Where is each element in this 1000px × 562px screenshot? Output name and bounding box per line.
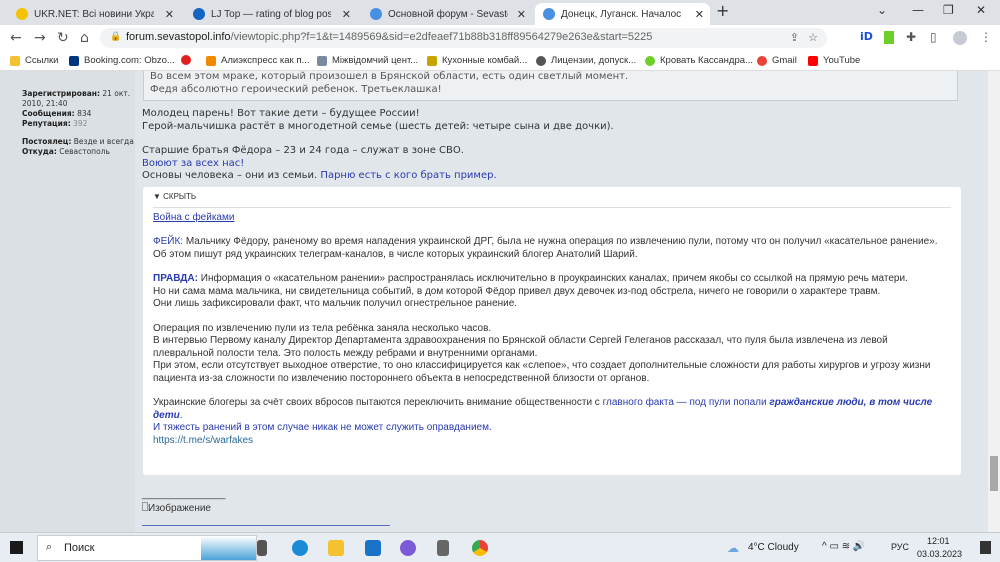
scrollbar[interactable] xyxy=(988,71,1000,532)
war-with-fakes-link[interactable]: Война с фейками xyxy=(153,212,234,223)
mail-icon[interactable] xyxy=(365,540,381,556)
bookmark-aliexpress[interactable]: Алиэкспресс как п... xyxy=(206,55,309,66)
extension-icon[interactable] xyxy=(884,31,894,44)
close-tab-icon[interactable]: ✕ xyxy=(165,8,174,21)
copilot-icon[interactable] xyxy=(400,540,416,556)
maximize-button[interactable]: ❐ xyxy=(943,3,954,17)
youtube-icon xyxy=(808,55,818,66)
file-explorer-icon[interactable] xyxy=(328,540,344,556)
ljtop-icon xyxy=(193,8,205,20)
close-window-button[interactable]: ✕ xyxy=(976,3,986,17)
cloud-icon: ☁ xyxy=(727,541,739,555)
spoiler-box: ▼ СКРЫТЬ Война с фейками ФЕЙК: Мальчику … xyxy=(143,187,961,475)
resident-info: Постоялец: Везде и всегда xyxy=(22,137,134,146)
notification-icon[interactable] xyxy=(980,541,991,554)
extensions-puzzle-icon[interactable]: ✚ xyxy=(906,30,916,44)
forum-icon xyxy=(370,8,382,20)
scrollbar-thumb[interactable] xyxy=(990,456,998,491)
minimize-button[interactable]: — xyxy=(912,3,924,17)
google-icon xyxy=(757,55,767,66)
bookmark-licenses[interactable]: Лицензии, допуск... xyxy=(536,55,636,66)
taskbar-search[interactable]: ⌕ Поиск xyxy=(37,535,257,561)
menu-icon[interactable]: ⋮ xyxy=(980,30,992,44)
posts-count: Сообщения: 834 xyxy=(22,109,92,118)
windows-start-icon[interactable] xyxy=(10,541,23,554)
url-input[interactable]: 🔒 forum.sevastopol.info/viewtopic.php?f=1… xyxy=(100,28,827,48)
user-profile-panel: Зарегистрирован: 21 окт. 2010, 21:40 Соо… xyxy=(0,71,135,532)
profile-avatar[interactable] xyxy=(953,31,967,45)
taskbar: ⌕ Поиск ☁ 4°C Cloudy ^ ▭ ≋ 🔊 РУС 12:01 03… xyxy=(0,532,1000,562)
tray-icons[interactable]: ^ ▭ ≋ 🔊 xyxy=(822,541,865,552)
tab-ukrnet[interactable]: UKR.NET: Всі новини України, ос✕ xyxy=(8,3,180,25)
new-tab-button[interactable]: + xyxy=(716,1,729,20)
weather[interactable]: 4°C Cloudy xyxy=(748,542,799,553)
tab-strip: UKR.NET: Всі новини України, ос✕ LJ Top … xyxy=(0,0,1000,25)
bookmark-star-icon[interactable]: ☆ xyxy=(808,31,818,44)
globe-icon xyxy=(536,55,546,66)
signature: _______________ Изображение xyxy=(142,489,390,526)
booking-icon xyxy=(69,55,79,66)
forum-icon xyxy=(543,8,555,20)
bookmark-booking[interactable]: Booking.com: Obzo... xyxy=(69,55,175,66)
bookmark-red[interactable] xyxy=(181,55,196,65)
signature-image: Изображение xyxy=(142,501,390,516)
close-tab-icon[interactable]: ✕ xyxy=(695,8,704,21)
clock-time[interactable]: 12:01 xyxy=(927,536,950,546)
gear-icon xyxy=(645,55,655,66)
signature-divider xyxy=(142,525,390,526)
bookmark-youtube[interactable]: YouTube xyxy=(808,55,860,66)
bookmark-kitchen[interactable]: Кухонные комбай... xyxy=(427,55,527,66)
chrome-icon[interactable] xyxy=(472,540,488,556)
post-body: Молодец парень! Вот такие дети – будущее… xyxy=(142,108,614,181)
task-view-icon[interactable] xyxy=(257,540,267,556)
warfakes-url[interactable]: https://t.me/s/warfakes xyxy=(153,435,951,448)
bookmark-links[interactable]: Ссылки xyxy=(10,55,58,66)
bookmark-gmail[interactable]: Gmail xyxy=(757,55,797,66)
folder-icon xyxy=(10,55,20,66)
share-icon[interactable]: ⇪ xyxy=(790,31,799,44)
address-bar-row: ← → ↻ ⌂ 🔒 forum.sevastopol.info/viewtopic… xyxy=(0,25,1000,51)
box-icon xyxy=(206,55,216,66)
reload-icon[interactable]: ↻ xyxy=(57,30,69,46)
lock-icon: 🔒 xyxy=(110,31,122,41)
location-info: Откуда: Севастополь xyxy=(22,147,110,156)
back-icon[interactable]: ← xyxy=(10,30,22,46)
search-highlight-image xyxy=(201,536,256,560)
tab-search-icon[interactable]: ⌄ xyxy=(877,3,887,17)
tab-forum[interactable]: Основной форум - Sevastopol.in✕ xyxy=(362,3,532,25)
forward-icon[interactable]: → xyxy=(34,30,46,46)
clock-date[interactable]: 03.03.2023 xyxy=(917,549,962,559)
close-tab-icon[interactable]: ✕ xyxy=(517,8,526,21)
building-icon xyxy=(317,55,327,66)
shield-icon xyxy=(427,55,437,66)
tab-active[interactable]: Донецк, Луганск. Началось. - Ст✕ xyxy=(535,3,710,25)
spoiler-toggle[interactable]: ▼ СКРЫТЬ xyxy=(153,191,951,208)
close-tab-icon[interactable]: ✕ xyxy=(342,8,351,21)
extension-id-icon[interactable]: iD xyxy=(860,30,873,43)
reputation: Репутация: 392 xyxy=(22,119,88,128)
tab-ljtop[interactable]: LJ Top — rating of blog posts ✕ xyxy=(185,3,357,25)
registered-info: Зарегистрирован: 21 окт. 2010, 21:40 xyxy=(22,89,131,108)
post-content: Во всем этом мраке, который произошел в … xyxy=(135,71,988,532)
red-x-icon xyxy=(181,55,191,65)
ukrnet-icon xyxy=(16,8,28,20)
quote-block: Во всем этом мраке, который произошел в … xyxy=(143,71,958,101)
language-indicator[interactable]: РУС xyxy=(891,542,909,552)
bookmark-mizhvidomchyi[interactable]: Міжвідомчий цент... xyxy=(317,55,418,66)
side-panel-icon[interactable]: ▯ xyxy=(930,30,937,44)
edge-icon[interactable] xyxy=(292,540,308,556)
calculator-icon[interactable] xyxy=(437,540,449,556)
bookmarks-bar: Ссылки Booking.com: Obzo... Алиэкспресс … xyxy=(0,51,1000,71)
home-icon[interactable]: ⌂ xyxy=(80,30,89,46)
bookmark-bed[interactable]: Кровать Кассандра... xyxy=(645,55,753,66)
search-icon: ⌕ xyxy=(46,541,53,553)
